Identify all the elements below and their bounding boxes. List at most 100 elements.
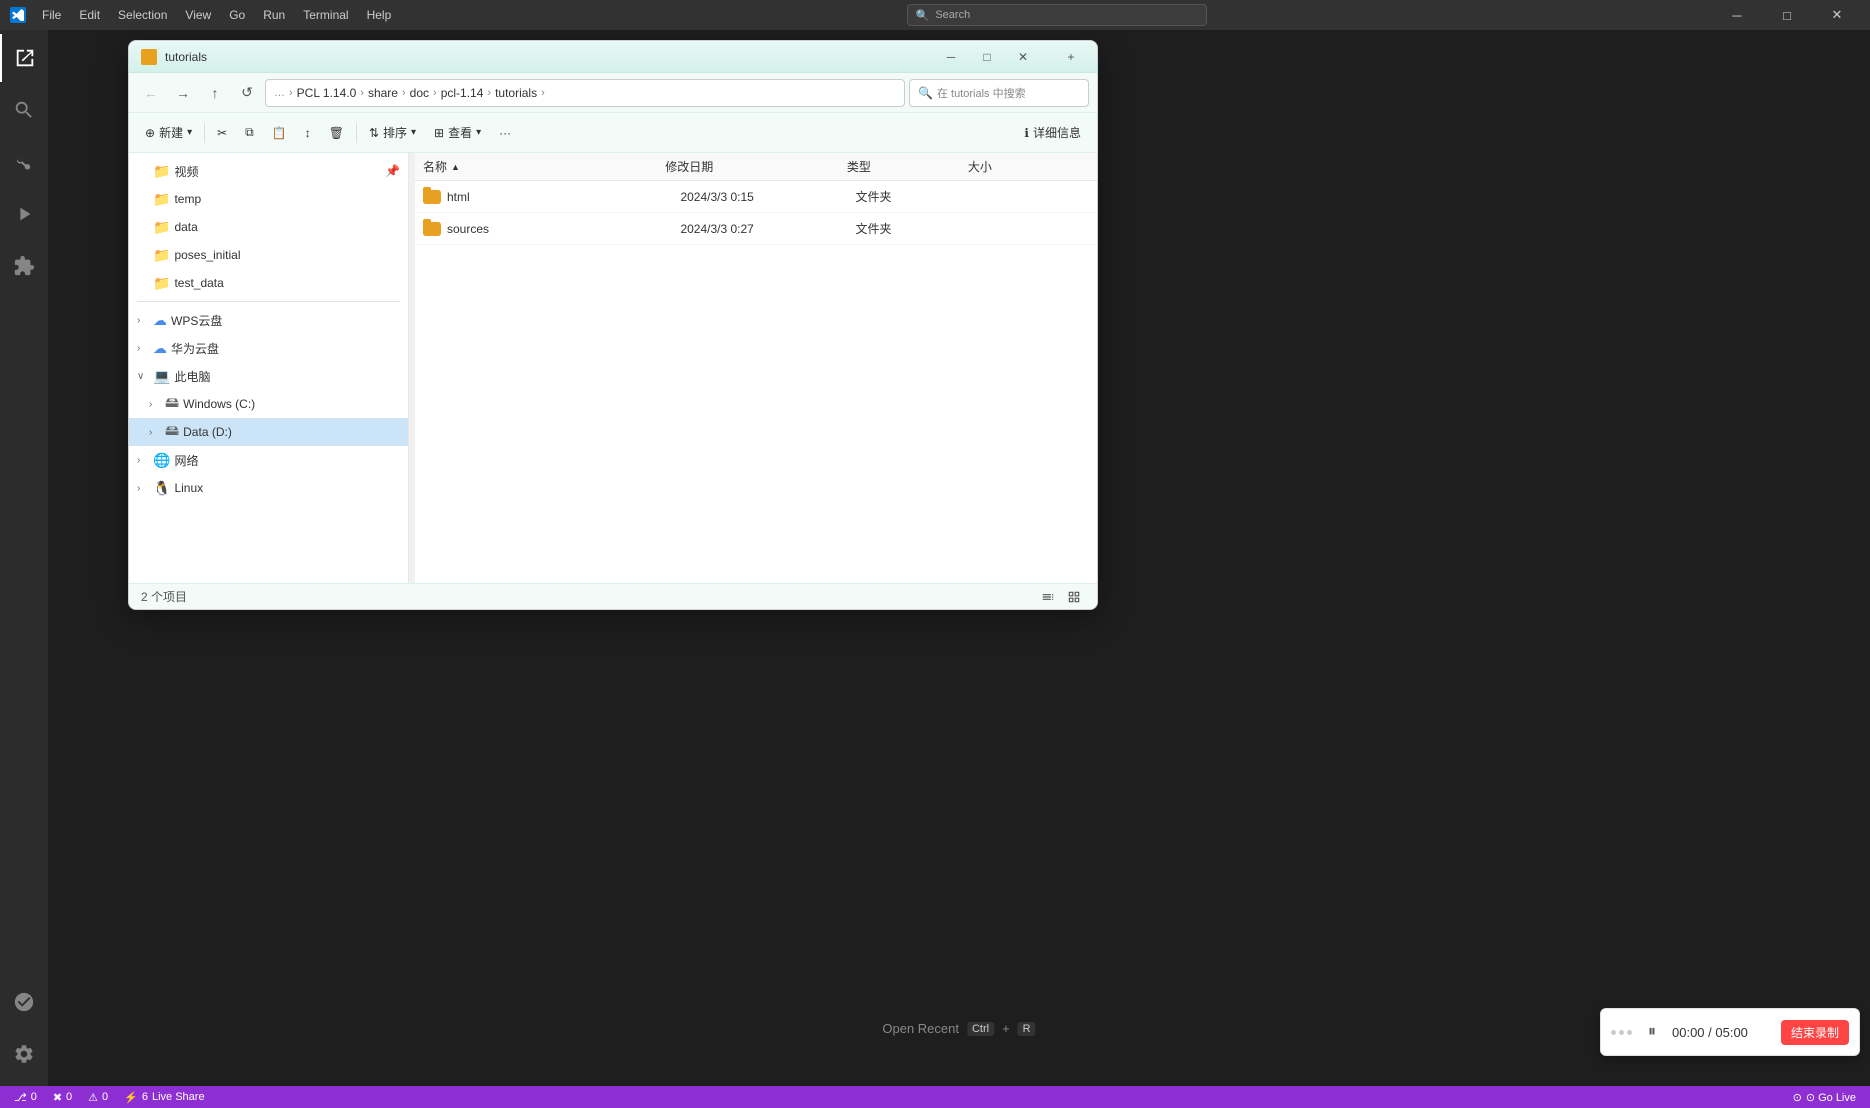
addr-sep-3: › [433, 87, 437, 99]
window-title: tutorials [165, 50, 543, 64]
nav-item-computer[interactable]: ∨ 💻 此电脑 [129, 362, 408, 390]
live-share-label: Live Share [152, 1091, 205, 1103]
menu-file[interactable]: File [34, 6, 69, 24]
nav-item-linux[interactable]: › 🐧 Linux [129, 474, 408, 502]
end-recording-button[interactable]: 结束录制 [1781, 1020, 1849, 1045]
activity-settings[interactable] [0, 1030, 48, 1078]
nav-item-huawei[interactable]: › ☁ 华为云盘 [129, 334, 408, 362]
nav-label-testdata: test_data [174, 276, 400, 290]
view-icon: ⊞ [434, 126, 444, 140]
title-search-box[interactable]: 🔍 Search [907, 4, 1207, 26]
menu-run[interactable]: Run [255, 6, 293, 24]
addr-sep-2: › [402, 87, 406, 99]
activity-run[interactable] [0, 190, 48, 238]
folder-search-placeholder: 在 tutorials 中搜索 [937, 85, 1026, 101]
file-type-html: 文件夹 [856, 188, 973, 205]
view-button[interactable]: ⊞ 查看 ▾ [426, 119, 489, 147]
pause-button[interactable]: ⏸ [1640, 1020, 1664, 1044]
nav-item-network[interactable]: › 🌐 网络 [129, 446, 408, 474]
folder-search-box[interactable]: 🔍 在 tutorials 中搜索 [909, 79, 1089, 107]
nav-item-c-drive[interactable]: › 🖴 Windows (C:) [129, 390, 408, 418]
activity-search[interactable] [0, 86, 48, 134]
new-button[interactable]: ⊕ 新建 ▾ [137, 119, 200, 147]
nav-item-video[interactable]: 📁 视频 📌 [129, 157, 408, 185]
activity-bottom [0, 978, 48, 1086]
open-recent-key2: R [1018, 1022, 1036, 1036]
nav-item-temp[interactable]: 📁 temp [129, 185, 408, 213]
delete-button[interactable]: 🗑 [321, 119, 352, 147]
more-button[interactable]: ··· [491, 119, 519, 147]
win-maximize-button[interactable]: □ [973, 43, 1001, 71]
copy-button[interactable]: ⧉ [237, 119, 262, 147]
win-close-button[interactable]: ✕ [1009, 43, 1037, 71]
source-control-icon: ⎇ [14, 1091, 27, 1104]
file-list-header: 名称 ▲ 修改日期 类型 大小 [415, 153, 1097, 181]
addr-sep-0: › [289, 87, 293, 99]
menu-view[interactable]: View [177, 6, 219, 24]
addr-pcl[interactable]: PCL 1.14.0 [297, 86, 357, 100]
list-view-button[interactable] [1037, 586, 1059, 608]
nav-item-poses[interactable]: 📁 poses_initial [129, 241, 408, 269]
copy-icon: ⧉ [245, 125, 254, 140]
nav-item-wps[interactable]: › ☁ WPS云盘 [129, 306, 408, 334]
file-row-sources[interactable]: sources 2024/3/3 0:27 文件夹 [415, 213, 1097, 245]
expand-arrow-d: › [149, 427, 161, 438]
share-button[interactable]: ↕ [297, 119, 319, 147]
status-bar: ⎇ 0 ✖ 0 ⚠ 0 ⚡ 6 Live Share ⊙ ⊙ Go Live [0, 1086, 1870, 1108]
sort-arrow: ▲ [451, 162, 460, 172]
addr-tutorials[interactable]: tutorials [495, 86, 537, 100]
addr-pcl14[interactable]: pcl-1.14 [441, 86, 484, 100]
refresh-button[interactable]: ↺ [233, 79, 261, 107]
status-bar-right: ⊙ ⊙ Go Live [1787, 1086, 1862, 1108]
toolbar-sep-1 [204, 123, 205, 143]
menu-go[interactable]: Go [221, 6, 253, 24]
title-bar: File Edit Selection View Go Run Terminal… [0, 0, 1870, 30]
warnings-status[interactable]: ⚠ 0 [82, 1086, 114, 1108]
source-control-status[interactable]: ⎇ 0 [8, 1086, 43, 1108]
addr-share[interactable]: share [368, 86, 398, 100]
errors-status[interactable]: ✖ 0 [47, 1086, 78, 1108]
go-live-button[interactable]: ⊙ ⊙ Go Live [1787, 1086, 1862, 1108]
live-share-icon: ⚡ [124, 1091, 138, 1104]
menu-selection[interactable]: Selection [110, 6, 175, 24]
activity-extensions[interactable] [0, 242, 48, 290]
cut-button[interactable]: ✂ [209, 119, 235, 147]
up-button[interactable]: ↑ [201, 79, 229, 107]
navigation-bar: ← → ↑ ↺ … › PCL 1.14.0 › share › doc › p… [129, 73, 1097, 113]
grid-view-button[interactable] [1063, 586, 1085, 608]
col-size-header[interactable]: 大小 [968, 158, 1089, 175]
new-tab-button[interactable]: + [1057, 43, 1085, 71]
drive-icon-d: 🖴 [165, 420, 179, 444]
activity-source-control[interactable] [0, 138, 48, 186]
menu-help[interactable]: Help [359, 6, 400, 24]
minimize-button[interactable]: ─ [1714, 0, 1760, 30]
open-recent-text: Open Recent [882, 1021, 959, 1036]
paste-button[interactable]: 📋 [264, 119, 295, 147]
sort-button[interactable]: ⇅ 排序 ▾ [361, 119, 424, 147]
details-button[interactable]: ℹ 详细信息 [1016, 119, 1089, 147]
menu-edit[interactable]: Edit [71, 6, 108, 24]
col-type-header[interactable]: 类型 [847, 158, 968, 175]
col-date-header[interactable]: 修改日期 [665, 158, 847, 175]
file-row-html[interactable]: html 2024/3/3 0:15 文件夹 [415, 181, 1097, 213]
address-bar[interactable]: … › PCL 1.14.0 › share › doc › pcl-1.14 … [265, 79, 905, 107]
expand-arrow-network: › [137, 455, 149, 466]
maximize-button[interactable]: □ [1764, 0, 1810, 30]
menu-bar: File Edit Selection View Go Run Terminal… [34, 6, 399, 24]
forward-button[interactable]: → [169, 79, 197, 107]
nav-item-data[interactable]: 📁 data [129, 213, 408, 241]
expand-arrow-linux: › [137, 483, 149, 494]
expand-arrow-huawei: › [137, 343, 149, 354]
close-button[interactable]: ✕ [1814, 0, 1860, 30]
addr-doc[interactable]: doc [410, 86, 429, 100]
menu-terminal[interactable]: Terminal [295, 6, 356, 24]
back-button[interactable]: ← [137, 79, 165, 107]
nav-item-testdata[interactable]: 📁 test_data [129, 269, 408, 297]
activity-account[interactable] [0, 978, 48, 1026]
win-minimize-button[interactable]: ─ [937, 43, 965, 71]
col-name-header[interactable]: 名称 ▲ [423, 158, 665, 175]
nav-label-huawei: 华为云盘 [171, 340, 400, 357]
activity-explorer[interactable] [0, 34, 48, 82]
nav-item-d-drive[interactable]: › 🖴 Data (D:) [129, 418, 408, 446]
live-share-status[interactable]: ⚡ 6 Live Share [118, 1086, 210, 1108]
